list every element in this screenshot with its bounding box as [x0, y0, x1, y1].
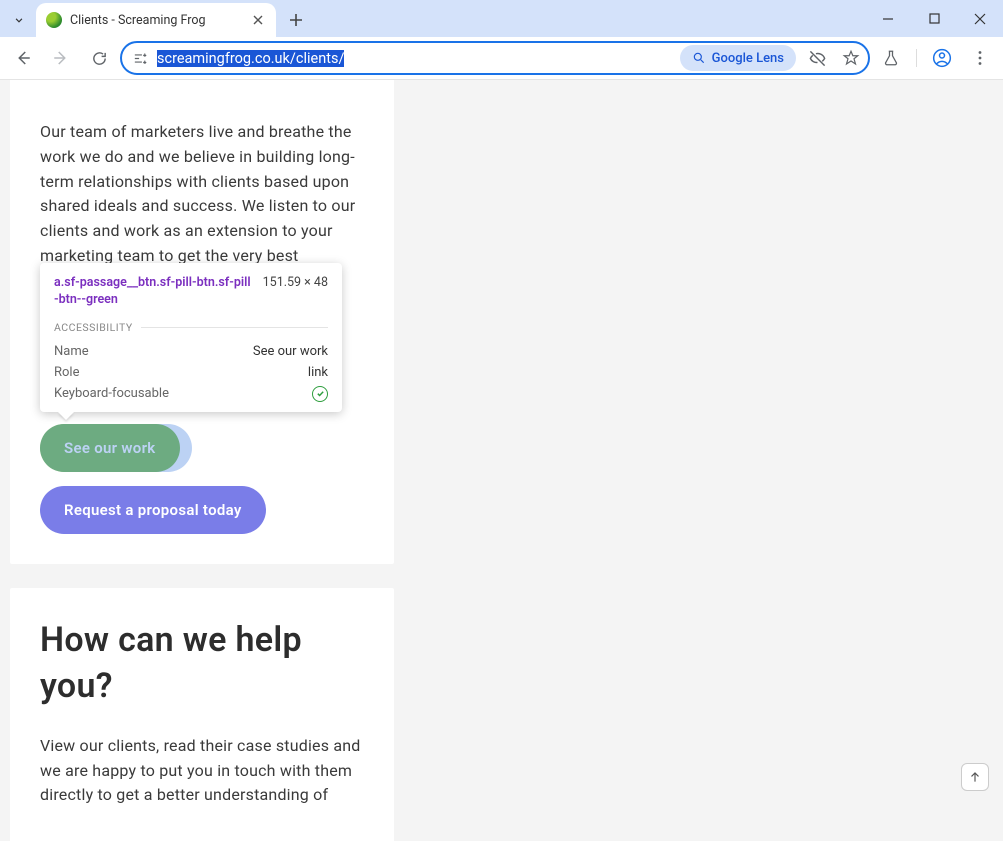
reload-button[interactable]	[82, 41, 116, 75]
google-lens-chip[interactable]: Google Lens	[680, 45, 796, 71]
arrow-up-icon	[968, 770, 982, 784]
close-icon	[253, 15, 263, 25]
window-controls	[865, 0, 1003, 37]
minimize-button[interactable]	[865, 0, 911, 37]
forward-button[interactable]	[44, 41, 78, 75]
toolbar-divider	[916, 49, 917, 67]
tooltip-role-value: link	[308, 365, 328, 380]
maximize-button[interactable]	[911, 0, 957, 37]
tooltip-role-key: Role	[54, 365, 79, 380]
tab-title: Clients - Screaming Frog	[70, 13, 242, 28]
tooltip-dimensions: 151.59 × 48	[263, 275, 328, 290]
tooltip-selector: a.sf-passage__btn.sf-pill-btn.sf-pill-bt…	[54, 275, 255, 309]
favicon-icon	[46, 12, 62, 28]
arrow-left-icon	[14, 49, 32, 67]
request-proposal-label: Request a proposal today	[64, 501, 242, 519]
request-proposal-button[interactable]: Request a proposal today	[40, 486, 266, 534]
tooltip-accessibility-label: ACCESSIBILITY	[54, 321, 328, 338]
eye-off-icon	[808, 49, 827, 68]
chevron-down-icon	[12, 13, 26, 27]
hide-lens-button[interactable]	[804, 49, 830, 68]
close-icon	[974, 13, 986, 25]
arrow-right-icon	[52, 49, 70, 67]
lens-label: Google Lens	[712, 51, 784, 66]
plus-icon	[289, 13, 303, 27]
toolbar: screamingfrog.co.uk/clients/ Google Lens	[0, 37, 1003, 80]
url-selected-text: screamingfrog.co.uk/clients/	[157, 50, 344, 67]
help-card: How can we help you? View our clients, r…	[10, 588, 394, 841]
tooltip-keyboard-focusable-value	[312, 386, 328, 403]
site-settings-icon[interactable]	[132, 50, 149, 67]
close-window-button[interactable]	[957, 0, 1003, 37]
tab-search-dropdown[interactable]	[6, 7, 32, 33]
page-viewport[interactable]: Our team of marketers live and breathe t…	[0, 80, 1003, 841]
check-icon	[312, 386, 328, 402]
url-text[interactable]: screamingfrog.co.uk/clients/	[157, 50, 672, 67]
maximize-icon	[929, 13, 940, 24]
address-bar[interactable]: screamingfrog.co.uk/clients/ Google Lens	[120, 41, 870, 75]
see-our-work-button[interactable]: See our work	[40, 424, 180, 472]
devtools-tooltip: a.sf-passage__btn.sf-pill-btn.sf-pill-bt…	[40, 263, 342, 412]
labs-button[interactable]	[874, 41, 908, 75]
intro-paragraph: Our team of marketers live and breathe t…	[40, 120, 364, 269]
back-button[interactable]	[6, 41, 40, 75]
tooltip-name-value: See our work	[253, 344, 328, 359]
profile-button[interactable]	[925, 41, 959, 75]
flask-icon	[882, 49, 900, 67]
scroll-to-top-button[interactable]	[961, 763, 989, 791]
help-paragraph: View our clients, read their case studie…	[40, 734, 364, 808]
kebab-icon	[972, 50, 988, 66]
titlebar: Clients - Screaming Frog	[0, 0, 1003, 37]
browser-tab[interactable]: Clients - Screaming Frog	[36, 3, 276, 37]
tooltip-name-key: Name	[54, 344, 89, 359]
star-icon	[842, 49, 860, 67]
help-heading: How can we help you?	[40, 618, 364, 710]
new-tab-button[interactable]	[282, 6, 310, 34]
bookmark-button[interactable]	[838, 49, 864, 67]
see-our-work-label: See our work	[64, 439, 156, 457]
search-icon	[692, 51, 706, 65]
tab-close-button[interactable]	[250, 12, 266, 28]
minimize-icon	[882, 13, 894, 25]
person-circle-icon	[932, 48, 952, 68]
browser-chrome: Clients - Screaming Frog	[0, 0, 1003, 80]
reload-icon	[91, 50, 108, 67]
tooltip-keyboard-focusable-key: Keyboard-focusable	[54, 386, 169, 403]
chrome-menu-button[interactable]	[963, 41, 997, 75]
